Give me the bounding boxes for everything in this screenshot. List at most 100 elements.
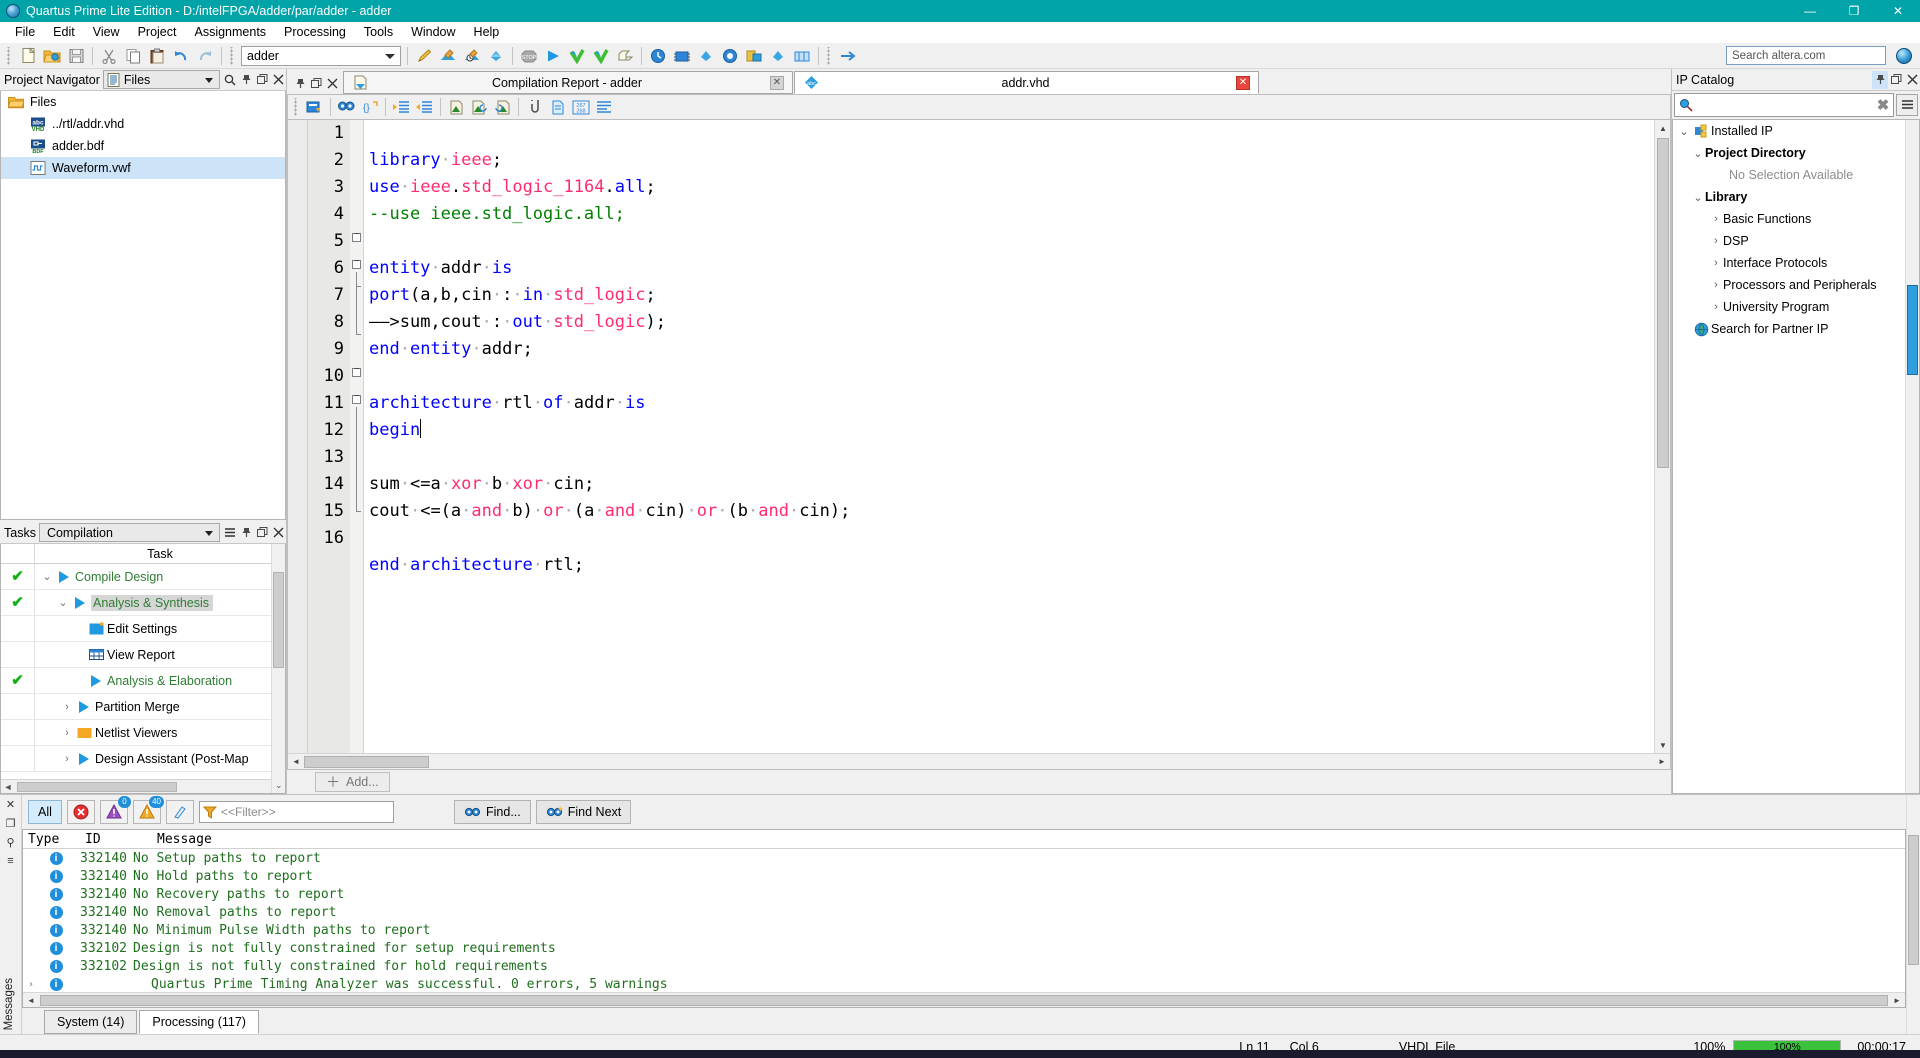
close-button[interactable]: ✕	[1876, 0, 1920, 22]
outdent-icon[interactable]	[413, 97, 436, 118]
uncomment-icon[interactable]	[468, 97, 491, 118]
message-row[interactable]: i 332140 No Removal paths to report	[23, 903, 1905, 921]
task-row[interactable]: › Partition Merge	[1, 694, 285, 720]
find-button[interactable]: Find...	[454, 800, 531, 824]
ip-tree-item-installed-ip[interactable]: ⌄ Installed IP	[1673, 120, 1919, 142]
menu-window[interactable]: Window	[402, 23, 464, 41]
pin-icon[interactable]	[1872, 70, 1888, 89]
task-row[interactable]: ✔ ⌄ Compile Design	[1, 564, 285, 590]
programmer-icon[interactable]	[718, 45, 742, 67]
menu-tools[interactable]: Tools	[355, 23, 402, 41]
goto-line-icon[interactable]: {}	[358, 97, 381, 118]
close-icon[interactable]: ✕	[6, 798, 15, 811]
message-row[interactable]: i 332102 Design is not fully constrained…	[23, 939, 1905, 957]
tree-item-addr-vhd[interactable]: abc VHD ../rtl/addr.vhd	[1, 113, 285, 135]
menu-edit[interactable]: Edit	[44, 23, 84, 41]
error-filter-button[interactable]	[67, 800, 95, 824]
indent-icon[interactable]	[390, 97, 413, 118]
compile-design-icon[interactable]	[460, 45, 484, 67]
search-altera-input[interactable]: Search altera.com	[1726, 46, 1886, 65]
chevron-right-icon[interactable]: ›	[1709, 301, 1723, 313]
ip-tree-item-project-directory[interactable]: ⌄ Project Directory	[1673, 142, 1919, 164]
close-icon[interactable]	[270, 524, 286, 542]
tree-item-waveform-vwf[interactable]: Waveform.vwf	[1, 157, 285, 179]
platform-designer-icon[interactable]	[790, 45, 814, 67]
scroll-left-icon[interactable]: ◄	[1, 782, 15, 792]
chevron-right-icon[interactable]: ›	[59, 727, 75, 739]
find-next-button[interactable]: Find Next	[535, 800, 632, 824]
close-icon[interactable]	[325, 76, 339, 90]
start-analysis-synthesis-icon[interactable]	[565, 45, 589, 67]
stop-icon[interactable]: STOP	[517, 45, 541, 67]
chevron-down-icon[interactable]: ⌄	[55, 596, 71, 609]
ip-tree-item-dsp[interactable]: › DSP	[1673, 230, 1919, 252]
ip-catalog-vertical-scrollbar[interactable]	[1905, 120, 1919, 793]
next-arrow-icon[interactable]	[836, 45, 860, 67]
play-icon[interactable]	[75, 700, 93, 713]
maximize-button[interactable]: ❐	[1832, 0, 1876, 22]
timing-analyzer-icon[interactable]	[646, 45, 670, 67]
chevron-right-icon[interactable]: ›	[1709, 279, 1723, 291]
save-icon[interactable]	[64, 45, 88, 67]
message-row[interactable]: i 332140 No Hold paths to report	[23, 867, 1905, 885]
fold-toggle[interactable]	[352, 365, 361, 377]
ip-tree-item-search-partner-ip[interactable]: Search for Partner IP	[1673, 318, 1919, 340]
ip-tree-item-university-program[interactable]: › University Program	[1673, 296, 1919, 318]
minimize-button[interactable]: —	[1788, 0, 1832, 22]
task-row[interactable]: ✔ ⌄ Analysis & Synthesis	[1, 590, 285, 616]
restore-icon[interactable]	[254, 524, 270, 542]
restore-line-icon[interactable]	[491, 97, 514, 118]
fold-toggle[interactable]	[352, 392, 361, 404]
find-icon[interactable]	[335, 97, 358, 118]
toolbar-grip[interactable]	[826, 46, 833, 65]
copy-icon[interactable]	[121, 45, 145, 67]
message-row[interactable]: i 332140 No Setup paths to report	[23, 849, 1905, 867]
task-row[interactable]: › Design Assistant (Post-Map	[1, 746, 285, 772]
scroll-left-icon[interactable]: ◄	[23, 992, 39, 1007]
tasks-vertical-scrollbar[interactable]: ⌄	[271, 544, 285, 793]
chevron-right-icon[interactable]: ›	[59, 753, 75, 765]
chevron-down-icon[interactable]: ⌄	[39, 570, 55, 583]
add-button[interactable]: ＋ Add...	[315, 772, 390, 792]
scroll-down-icon[interactable]: ▼	[1655, 737, 1670, 753]
hamburger-icon[interactable]	[222, 524, 238, 542]
task-row[interactable]: › Netlist Viewers	[1, 720, 285, 746]
menu-processing[interactable]: Processing	[275, 23, 355, 41]
code-content[interactable]: library·ieee; use·ieee.std_logic_1164.al…	[364, 120, 1654, 753]
pencil-icon[interactable]	[412, 45, 436, 67]
scroll-left-icon[interactable]: ◄	[288, 754, 304, 770]
play-icon[interactable]	[71, 596, 89, 609]
search-globe-icon[interactable]	[1896, 48, 1912, 64]
chevron-right-icon[interactable]: ›	[1709, 257, 1723, 269]
cut-icon[interactable]	[97, 45, 121, 67]
restore-icon[interactable]	[1888, 71, 1904, 89]
ip-search-input[interactable]	[1697, 97, 1873, 113]
menu-view[interactable]: View	[84, 23, 129, 41]
tab-addr-vhd[interactable]: abc addr.vhd ✕	[794, 71, 1259, 94]
editor-vertical-scrollbar[interactable]: ▲ ▼	[1654, 120, 1670, 753]
message-row[interactable]: i 332102 Design is not fully constrained…	[23, 957, 1905, 975]
ip-tree-item-basic-functions[interactable]: › Basic Functions	[1673, 208, 1919, 230]
start-fitter-icon[interactable]	[589, 45, 613, 67]
code-editor[interactable]: 1 2 3 4 5 6 7 8 9 10 11 12 13 14 15 16 −…	[287, 119, 1671, 770]
bookmark-icon[interactable]	[523, 97, 546, 118]
start-compilation-icon[interactable]	[541, 45, 565, 67]
chevron-down-icon[interactable]: ⌄	[1691, 191, 1705, 204]
comment-icon[interactable]	[445, 97, 468, 118]
warning-filter-button[interactable]: 40	[133, 796, 164, 824]
tab-system-messages[interactable]: System (14)	[44, 1010, 138, 1034]
code-editor-viewport[interactable]: 1 2 3 4 5 6 7 8 9 10 11 12 13 14 15 16 −…	[288, 120, 1670, 753]
ip-search-box[interactable]: ✖	[1674, 93, 1894, 117]
play-icon[interactable]	[75, 752, 93, 765]
tab-compilation-report[interactable]: Compilation Report - adder ✕	[343, 71, 793, 94]
chevron-right-icon[interactable]: ›	[1709, 213, 1723, 225]
close-icon[interactable]	[1904, 71, 1920, 89]
scroll-right-icon[interactable]: ►	[1654, 754, 1670, 770]
bookmark-gutter[interactable]	[288, 120, 308, 753]
folder-orange-icon[interactable]	[75, 727, 93, 739]
messages-rows[interactable]: i 332140 No Setup paths to report i 3321…	[23, 849, 1905, 992]
chevron-down-icon[interactable]: ⌄	[1677, 125, 1691, 138]
redo-icon[interactable]	[193, 45, 217, 67]
info-filter-button[interactable]	[166, 800, 194, 824]
messages-horizontal-scrollbar[interactable]: ◄ ►	[23, 992, 1905, 1007]
